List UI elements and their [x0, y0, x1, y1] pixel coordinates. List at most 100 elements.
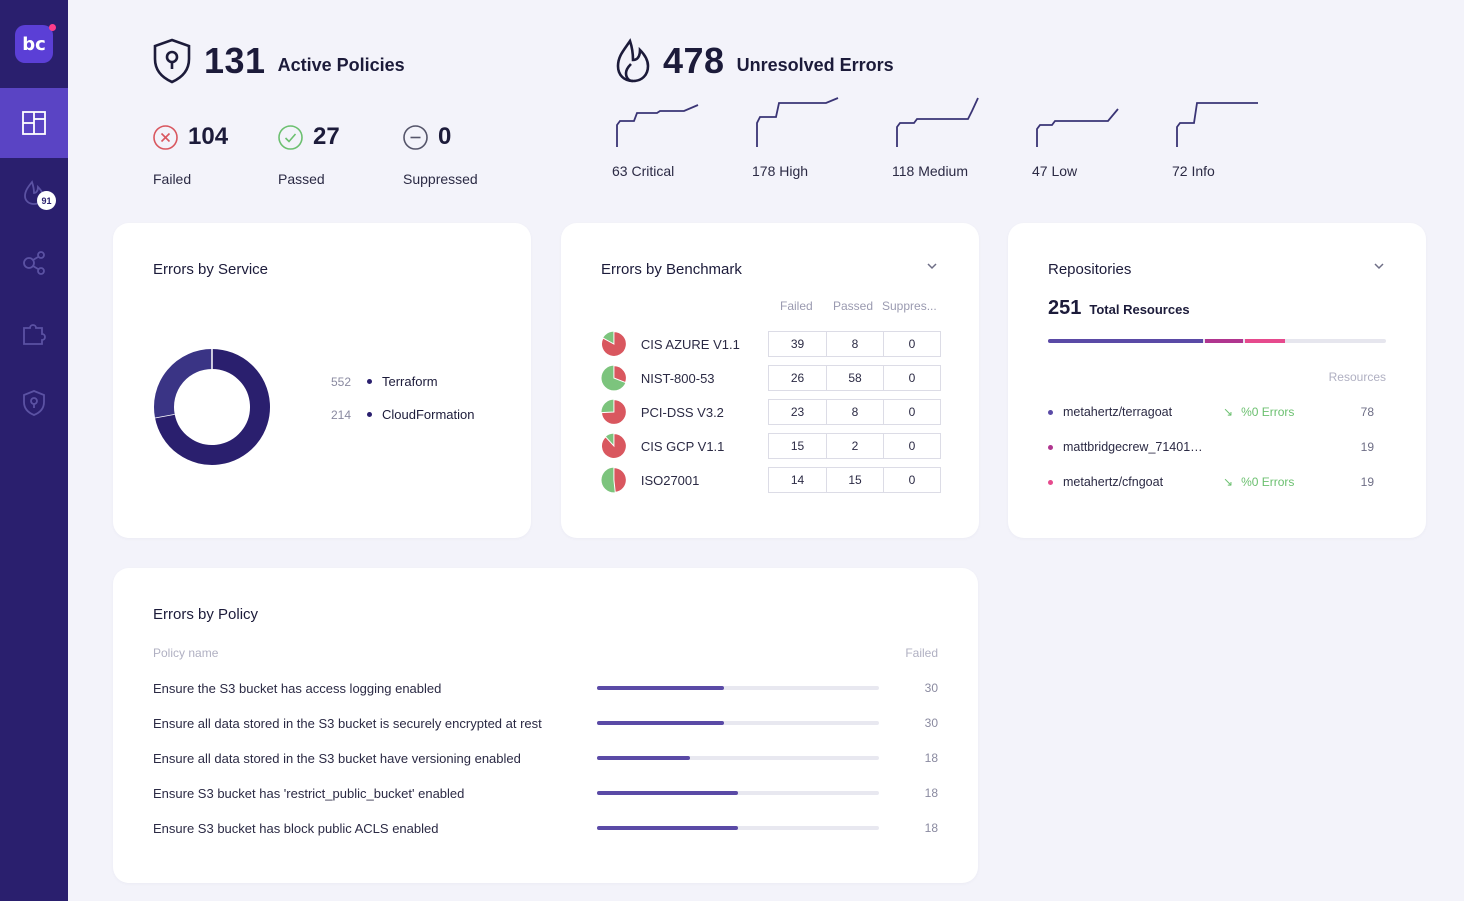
policy-name[interactable]: Ensure S3 bucket has 'restrict_public_bu…: [153, 786, 597, 801]
benchmark-cell-suppressed: 0: [883, 468, 940, 492]
benchmark-row[interactable]: ISO27001 14 15 0: [601, 467, 941, 493]
suppressed-label: Suppressed: [403, 171, 478, 187]
benchmark-name: CIS AZURE V1.1: [640, 336, 740, 352]
benchmark-cell-passed: 15: [826, 468, 883, 492]
suppressed-stat[interactable]: 0 Suppressed: [403, 123, 478, 187]
benchmark-cell-suppressed: 0: [883, 366, 940, 390]
policy-failed-bar: [597, 826, 879, 830]
policy-failed-bar: [597, 791, 879, 795]
pie-slice-failed: [601, 433, 627, 459]
errors-by-policy-card: Errors by Policy Policy name Failed Ensu…: [113, 568, 978, 883]
policy-name[interactable]: Ensure all data stored in the S3 bucket …: [153, 716, 597, 731]
benchmark-cell-passed: 58: [826, 366, 883, 390]
shield-keyhole-icon: [23, 390, 45, 416]
benchmark-name: PCI-DSS V3.2: [640, 404, 724, 420]
benchmark-cells: 23 8 0: [768, 399, 941, 425]
total-resources: 251 Total Resources: [1048, 297, 1190, 320]
severity-critical-label: 63 Critical: [612, 163, 675, 179]
resources-bar-segment: [1205, 339, 1243, 343]
sparkline-low: [1036, 108, 1119, 147]
policy-name[interactable]: Ensure S3 bucket has block public ACLS e…: [153, 821, 597, 836]
total-resources-count: 251: [1048, 297, 1082, 319]
severity-medium[interactable]: 118 Medium: [892, 97, 1002, 179]
benchmark-cell-passed: 8: [826, 332, 883, 356]
sparkline-high: [756, 97, 839, 147]
repository-row[interactable]: mattbridgecrew_714018233... 19: [1048, 437, 1386, 457]
trend-down-icon: ↘: [1223, 405, 1234, 419]
logo[interactable]: bc: [0, 0, 68, 88]
legend-value: 214: [331, 407, 352, 422]
benchmark-cell-failed: 39: [790, 337, 805, 351]
benchmark-cells: 15 2 0: [768, 433, 941, 459]
errors-by-service-title: Errors by Service: [153, 261, 269, 278]
active-policies-header: 131 Active Policies: [152, 38, 405, 84]
service-donut-chart[interactable]: [153, 348, 271, 466]
policy-row[interactable]: Ensure the S3 bucket has access logging …: [153, 678, 938, 698]
sparkline-critical: [616, 104, 699, 147]
unresolved-errors-count: 478: [663, 40, 725, 81]
flame-icon: [616, 38, 650, 83]
benchmark-row[interactable]: CIS GCP V1.1 15 2 0: [601, 433, 941, 459]
benchmark-pie-icon: [601, 331, 627, 357]
benchmark-pie-icon: [601, 433, 627, 459]
benchmark-name: NIST-800-53: [640, 370, 715, 386]
column-passed: Passed: [833, 299, 874, 313]
policy-row[interactable]: Ensure S3 bucket has block public ACLS e…: [153, 818, 938, 838]
legend-item-terraform[interactable]: 552 Terraform: [331, 374, 438, 389]
repository-dot: [1048, 409, 1053, 415]
unresolved-errors-header: 478 Unresolved Errors: [615, 38, 894, 84]
errors-by-policy-title: Errors by Policy: [153, 606, 259, 623]
policy-row[interactable]: Ensure S3 bucket has 'restrict_public_bu…: [153, 783, 938, 803]
column-suppressed: Suppres...: [882, 299, 937, 313]
x-circle-icon: [153, 124, 178, 150]
legend-value: 552: [331, 374, 352, 389]
repository-row[interactable]: metahertz/terragoat ↘ %0 Errors 78: [1048, 402, 1386, 422]
errors-badge: 91: [37, 191, 56, 210]
benchmark-cell-suppressed: 0: [883, 434, 940, 458]
column-failed: Failed: [905, 646, 938, 660]
active-policies-label: Active Policies: [277, 54, 405, 75]
benchmark-row[interactable]: NIST-800-53 26 58 0: [601, 365, 941, 391]
chevron-down-icon[interactable]: [925, 259, 939, 273]
minus-circle-icon: [403, 124, 428, 150]
severity-critical[interactable]: 63 Critical: [612, 97, 722, 179]
repository-row[interactable]: metahertz/cfngoat ↘ %0 Errors 19: [1048, 472, 1386, 492]
repository-name[interactable]: metahertz/cfngoat: [1063, 475, 1208, 489]
benchmark-cell-suppressed: 0: [883, 332, 940, 356]
repository-name[interactable]: metahertz/terragoat: [1063, 405, 1208, 419]
passed-stat[interactable]: 27 Passed: [278, 123, 340, 187]
benchmark-cell-suppressed: 0: [883, 400, 940, 424]
repository-name[interactable]: mattbridgecrew_714018233...: [1063, 440, 1208, 454]
shield-keyhole-icon: [153, 38, 191, 84]
severity-high[interactable]: 178 High: [752, 97, 862, 179]
benchmark-row[interactable]: PCI-DSS V3.2 23 8 0: [601, 399, 941, 425]
benchmark-cell-failed: 23: [790, 405, 805, 419]
benchmark-pie-icon: [601, 365, 627, 391]
benchmark-pie-icon: [601, 467, 627, 493]
policy-name[interactable]: Ensure the S3 bucket has access logging …: [153, 681, 597, 696]
errors-by-benchmark-title: Errors by Benchmark: [601, 261, 742, 278]
severity-low[interactable]: 47 Low: [1032, 97, 1142, 179]
sidebar-item-graph[interactable]: [0, 228, 68, 298]
column-policy-name: Policy name: [153, 646, 219, 660]
sidebar: bc 91: [0, 0, 68, 901]
donut-segment-cloudformation[interactable]: [154, 349, 213, 418]
benchmark-row[interactable]: CIS AZURE V1.1 39 8 0: [601, 331, 941, 357]
severity-info[interactable]: 72 Info: [1172, 97, 1282, 179]
sidebar-item-dashboard[interactable]: [0, 88, 68, 158]
policy-failed-bar-fill: [597, 721, 724, 725]
failed-stat[interactable]: 104 Failed: [153, 123, 228, 187]
benchmark-cell-failed: 15: [790, 439, 805, 453]
repository-dot: [1048, 479, 1053, 485]
sidebar-item-policies[interactable]: [0, 368, 68, 438]
policy-row[interactable]: Ensure all data stored in the S3 bucket …: [153, 748, 938, 768]
policy-failed-count: 18: [924, 821, 938, 835]
legend-item-cloudformation[interactable]: 214 CloudFormation: [331, 407, 475, 422]
sidebar-item-errors[interactable]: 91: [0, 158, 68, 228]
errors-by-service-card: Errors by Service 552 Terraform 214 Clou…: [113, 223, 531, 538]
sidebar-item-integrations[interactable]: [0, 298, 68, 368]
total-resources-label: Total Resources: [1089, 302, 1190, 317]
chevron-down-icon[interactable]: [1372, 259, 1386, 273]
policy-row[interactable]: Ensure all data stored in the S3 bucket …: [153, 713, 938, 733]
policy-name[interactable]: Ensure all data stored in the S3 bucket …: [153, 751, 597, 766]
